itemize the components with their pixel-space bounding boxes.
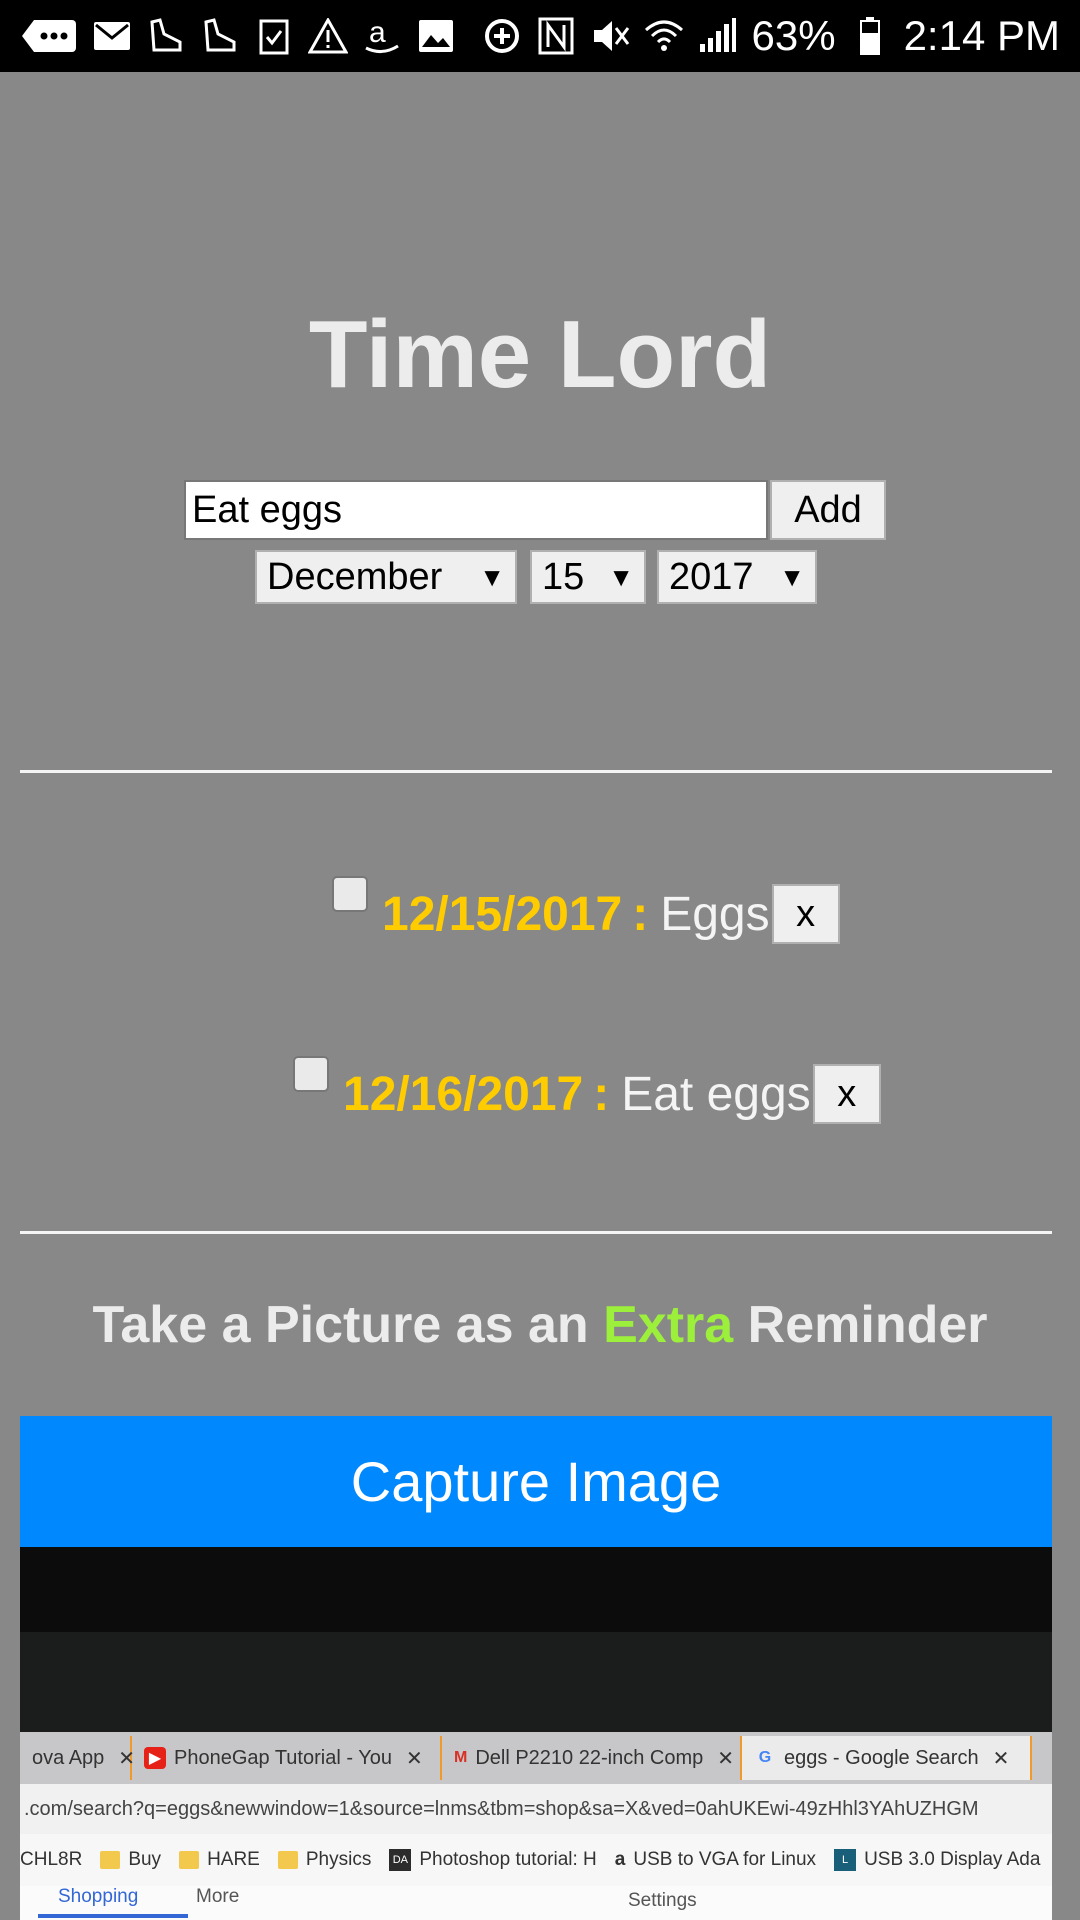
todo-checkbox[interactable]	[332, 876, 368, 912]
photo-page-bottom: Shopping More Settings	[20, 1886, 1052, 1920]
photo-bookmark: HARE	[179, 1849, 260, 1871]
folder-icon	[277, 1851, 298, 1869]
todo-date: 12/15/2017	[382, 887, 623, 941]
notification-icons: a	[20, 16, 456, 56]
sync-icon	[482, 16, 522, 56]
battery-icon	[850, 16, 890, 56]
photo-tab-label: Dell P2210 22-inch Comp	[475, 1746, 704, 1769]
svg-text:a: a	[369, 16, 386, 49]
add-button[interactable]: Add	[770, 480, 886, 540]
mute-icon	[590, 16, 630, 56]
picture-heading: Take a Picture as an Extra Reminder	[0, 1295, 1080, 1355]
photo-bookmark-label: HARE	[207, 1849, 260, 1870]
photo-shopping-label: Shopping	[58, 1886, 139, 1907]
close-icon: ✕	[992, 1747, 1010, 1770]
photo-tab-label: PhoneGap Tutorial - You	[174, 1746, 392, 1769]
deviantart-icon: DA	[389, 1849, 412, 1871]
mail-icon	[92, 16, 132, 56]
photo-bookmark-label: Photoshop tutorial: H	[419, 1849, 597, 1870]
heading-text-before: Take a Picture as an	[92, 1296, 589, 1354]
photo-bookmark-label: USB to VGA for Linux	[633, 1849, 817, 1870]
photo-bookmark-label: Buy	[128, 1849, 162, 1870]
amazon-icon: a	[614, 1849, 626, 1870]
year-select-value: 2017	[669, 555, 754, 598]
photo-tab: ▶ PhoneGap Tutorial - You ✕	[132, 1736, 442, 1780]
photo-dark-area	[20, 1547, 1052, 1632]
photo-bookmark: L USB 3.0 Display Ada	[834, 1849, 1040, 1871]
nfc-icon	[536, 16, 576, 56]
google-icon: G	[758, 1749, 772, 1766]
capture-image-button[interactable]: Capture Image	[20, 1416, 1052, 1547]
page-title: Time Lord	[308, 301, 772, 408]
todo-text: Eat eggs	[621, 1067, 811, 1121]
clock: 2:14 PM	[903, 12, 1060, 59]
remove-button[interactable]: x	[771, 884, 840, 944]
heading-text-after: Reminder	[747, 1296, 988, 1354]
captured-photo: ova App ✕ ▶ PhoneGap Tutorial - You ✕ M …	[20, 1547, 1052, 1920]
chevron-down-icon: ▼	[779, 561, 805, 592]
photo-bookmarks-bar: CHL8R Buy HARE Physics DA Photoshop tutor…	[20, 1834, 1052, 1886]
shoe-icon	[146, 16, 186, 56]
photo-bookmark-label: USB 3.0 Display Ada	[864, 1849, 1041, 1870]
photo-more-label: More	[196, 1886, 240, 1907]
day-select-value: 15	[542, 555, 585, 598]
task-input[interactable]	[184, 480, 768, 540]
photo-tab: ova App ✕	[20, 1736, 135, 1780]
photo-tab: G eggs - Google Search ✕	[742, 1736, 1032, 1780]
divider	[20, 1231, 1052, 1234]
image-icon	[416, 16, 456, 56]
todo-checkbox[interactable]	[293, 1056, 329, 1092]
photo-tab-label: eggs - Google Search	[784, 1746, 979, 1769]
list-item: 12/16/2017 : Eat eggs x	[293, 1056, 881, 1124]
photo-settings-label: Settings	[628, 1890, 697, 1911]
todo-separator: :	[632, 887, 649, 941]
amazon-icon: a	[362, 16, 402, 56]
warning-icon	[308, 16, 348, 56]
wifi-icon	[644, 16, 684, 56]
photo-bookmark: a USB to VGA for Linux	[615, 1849, 816, 1871]
folder-icon	[100, 1851, 121, 1869]
bookmark-site-icon: L	[834, 1849, 857, 1871]
close-icon: ✕	[405, 1747, 423, 1770]
month-select[interactable]: December ▼	[255, 550, 517, 604]
photo-url-bar: .com/search?q=eggs&newwindow=1&source=ln…	[20, 1784, 1052, 1834]
month-select-value: December	[267, 555, 443, 598]
folder-icon	[179, 1851, 200, 1869]
day-select[interactable]: 15 ▼	[530, 550, 646, 604]
todo-text: Eggs	[660, 887, 770, 941]
photo-bookmark: DA Photoshop tutorial: H	[389, 1849, 597, 1871]
divider	[20, 770, 1052, 773]
photo-browser-tabs: ova App ✕ ▶ PhoneGap Tutorial - You ✕ M …	[20, 1732, 1052, 1784]
status-bar: a 63% 2:14 PM	[0, 0, 1080, 72]
remove-button[interactable]: x	[812, 1064, 881, 1124]
gmail-icon: M	[454, 1749, 468, 1766]
clipboard-check-icon	[254, 16, 294, 56]
photo-bookmark: Physics	[277, 1849, 372, 1871]
photo-tab: M Dell P2210 22-inch Comp ✕	[442, 1736, 742, 1780]
close-icon: ✕	[717, 1747, 734, 1770]
photo-bookmark-label: Physics	[305, 1849, 372, 1870]
list-item: 12/15/2017 : Eggs x	[332, 876, 840, 944]
chevron-down-icon: ▼	[608, 561, 634, 592]
more-icon	[20, 16, 78, 56]
photo-bookmark: CHL8R	[20, 1849, 82, 1871]
heading-text-extra: Extra	[603, 1296, 734, 1354]
todo-date: 12/16/2017	[343, 1067, 584, 1121]
signal-icon	[698, 16, 738, 56]
photo-tab-label: ova App	[32, 1746, 105, 1769]
photo-dark-area	[20, 1632, 1052, 1732]
shoe-icon	[200, 16, 240, 56]
photo-bookmark-label: CHL8R	[20, 1849, 83, 1870]
system-icons: 63% 2:14 PM	[482, 15, 1060, 57]
battery-percent: 63%	[751, 12, 836, 59]
youtube-icon: ▶	[144, 1747, 166, 1769]
todo-separator: :	[593, 1067, 610, 1121]
photo-active-underline	[38, 1914, 188, 1918]
photo-bookmark: Buy	[100, 1849, 161, 1871]
chevron-down-icon: ▼	[479, 561, 505, 592]
year-select[interactable]: 2017 ▼	[657, 550, 817, 604]
